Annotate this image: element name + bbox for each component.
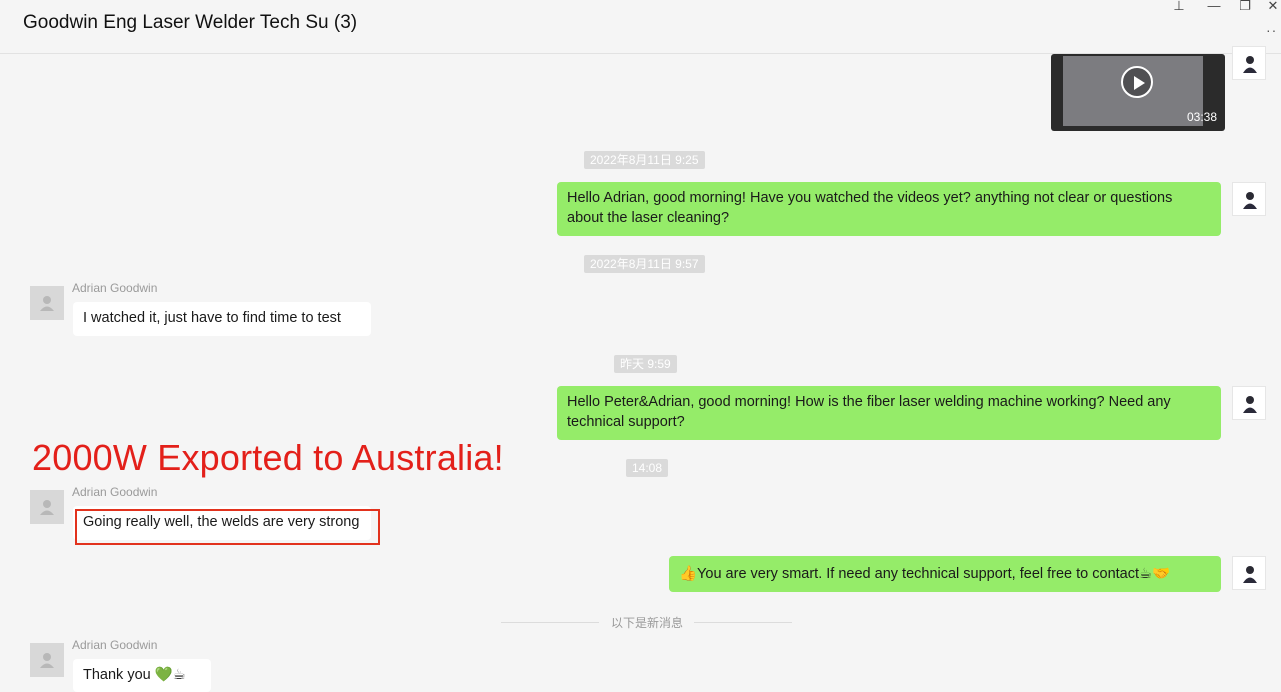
avatar-person-icon xyxy=(1243,396,1257,413)
avatar-person-icon xyxy=(1243,56,1257,73)
play-icon[interactable] xyxy=(1121,66,1153,98)
contact-message-bubble[interactable]: I watched it, just have to find time to … xyxy=(73,302,371,336)
my-message-bubble[interactable]: 👍You are very smart. If need any technic… xyxy=(669,556,1221,592)
divider-line-left xyxy=(501,622,599,623)
chat-title: Goodwin Eng Laser Welder Tech Su (3) xyxy=(23,12,358,33)
my-message-bubble[interactable]: Hello Peter&Adrian, good morning! How is… xyxy=(557,386,1221,440)
more-options-icon[interactable]: ·· xyxy=(1266,22,1277,38)
my-avatar[interactable] xyxy=(1232,556,1266,590)
avatar-person-icon xyxy=(1243,192,1257,209)
video-duration: 03:38 xyxy=(1187,110,1218,124)
contact-message-bubble[interactable]: Going really well, the welds are very st… xyxy=(73,506,371,540)
sender-name: Adrian Goodwin xyxy=(72,485,158,499)
contact-avatar[interactable] xyxy=(30,490,64,524)
title-bar: Goodwin Eng Laser Welder Tech Su (3) ⊥ —… xyxy=(0,0,1281,54)
my-message-bubble[interactable]: Hello Adrian, good morning! Have you wat… xyxy=(557,182,1221,236)
sender-name: Adrian Goodwin xyxy=(72,281,158,295)
default-avatar-icon xyxy=(40,500,54,515)
my-avatar[interactable] xyxy=(1232,46,1266,80)
chat-history[interactable]: 03:38 2022年8月11日 9:25 Hello Adrian, good… xyxy=(0,46,1281,692)
avatar-person-icon xyxy=(1243,566,1257,583)
promo-headline: 2000W Exported to Australia! xyxy=(32,437,504,478)
timestamp: 14:08 xyxy=(626,459,669,477)
divider-line-right xyxy=(694,622,792,623)
my-avatar[interactable] xyxy=(1232,386,1266,420)
contact-avatar[interactable] xyxy=(30,643,64,677)
new-messages-divider: 以下是新消息 xyxy=(611,616,684,630)
contact-avatar[interactable] xyxy=(30,286,64,320)
pin-icon[interactable]: ⊥ xyxy=(1170,0,1188,14)
contact-message-bubble[interactable]: Thank you 💚☕ xyxy=(73,659,211,692)
minimize-button[interactable]: — xyxy=(1205,0,1223,13)
timestamp: 2022年8月11日 9:25 xyxy=(584,151,705,169)
timestamp: 2022年8月11日 9:57 xyxy=(584,255,705,273)
restore-button[interactable]: ❐ xyxy=(1236,0,1254,14)
default-avatar-icon xyxy=(40,653,54,668)
close-button[interactable]: ✕ xyxy=(1264,0,1281,14)
my-avatar[interactable] xyxy=(1232,182,1266,216)
sender-name: Adrian Goodwin xyxy=(72,638,158,652)
default-avatar-icon xyxy=(40,296,54,311)
timestamp: 昨天 9:59 xyxy=(614,355,677,373)
